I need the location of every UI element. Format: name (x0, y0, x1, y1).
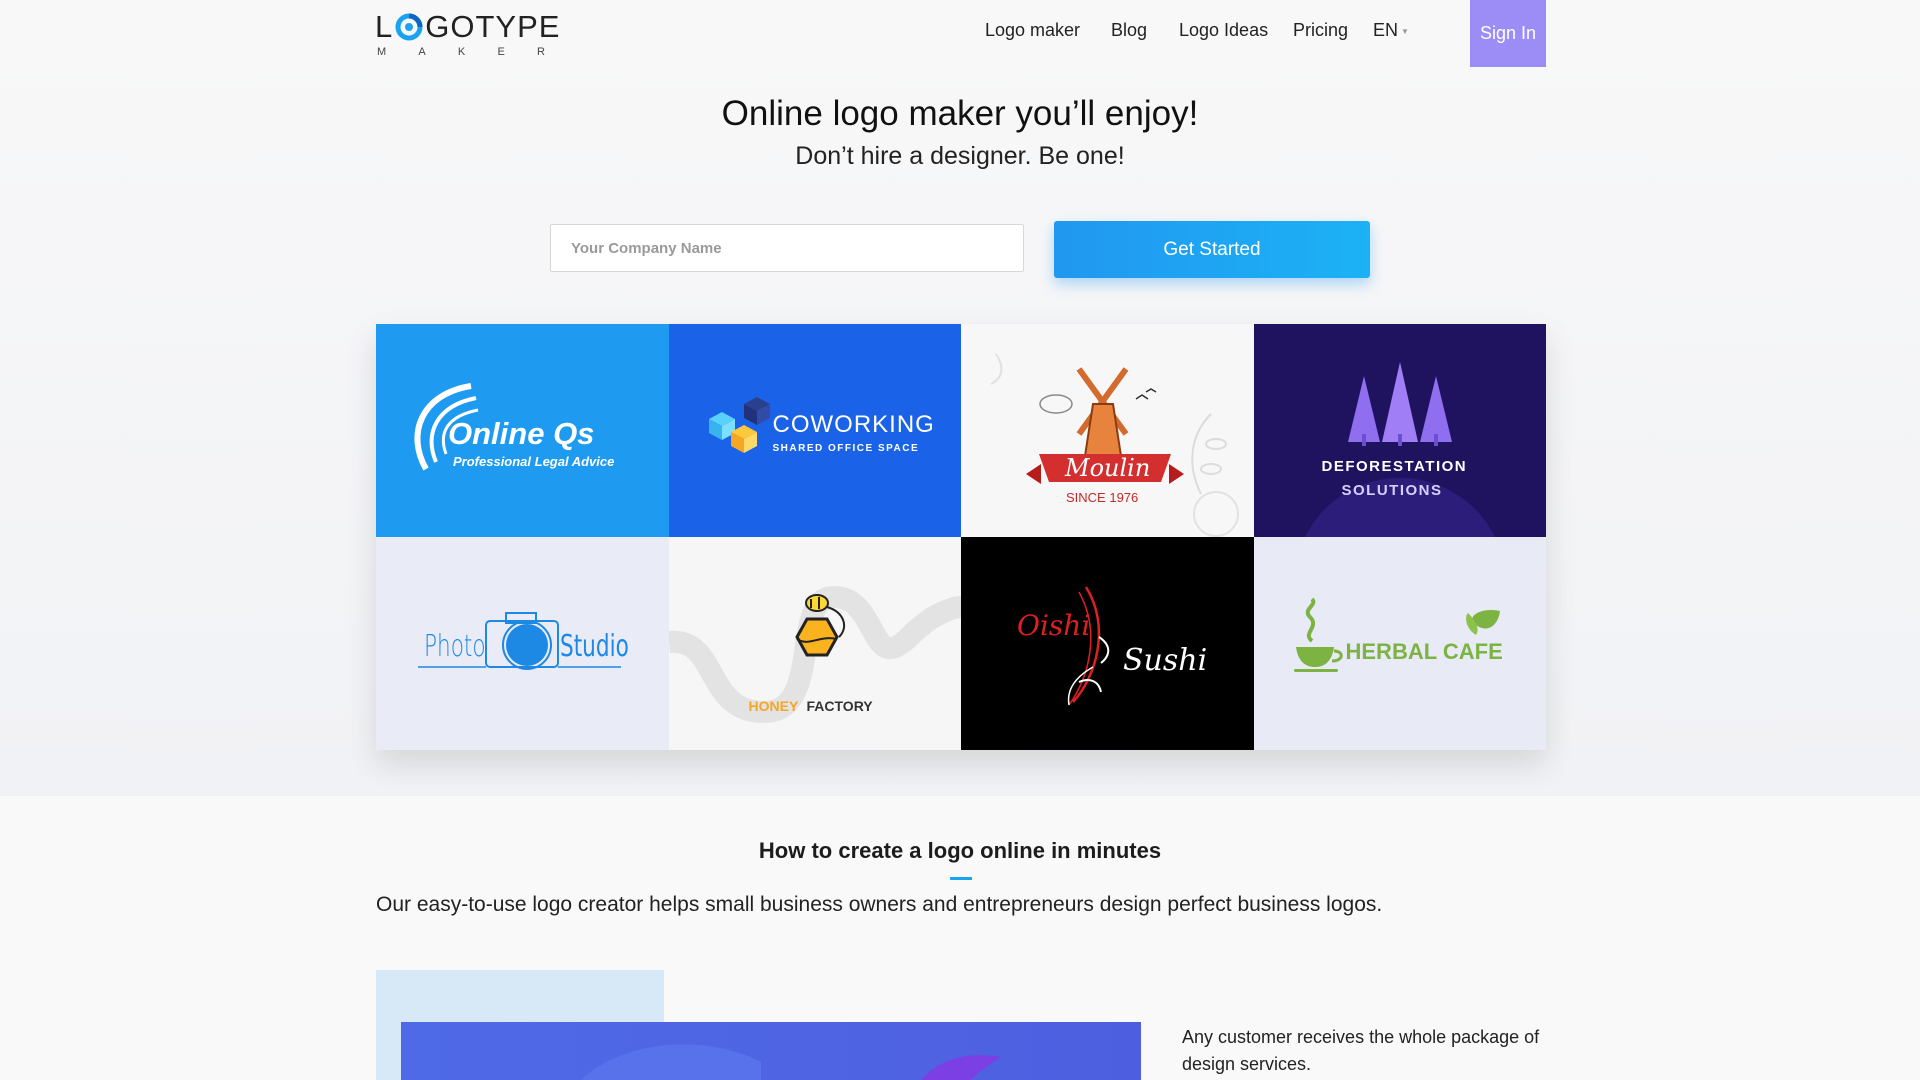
logo-tagline: Professional Legal Advice (453, 454, 615, 469)
how-section-description: Our easy-to-use logo creator helps small… (376, 893, 1383, 916)
page-subtitle: Don’t hire a designer. Be one! (795, 142, 1125, 170)
customer-package-text: Any customer receives the whole package … (1182, 1027, 1540, 1074)
logo-sub-letter: K (457, 46, 466, 58)
logo-swirl-icon (394, 12, 424, 42)
brush-stroke-icon (1067, 586, 1110, 706)
logo-sub-letter: M (377, 46, 387, 58)
language-selector[interactable]: EN ▼ (1373, 20, 1409, 41)
logo-tile-oishi-sushi[interactable]: Oishi Sushi (961, 537, 1254, 750)
logo-tagline: SHARED OFFICE SPACE (772, 443, 920, 454)
nav-pricing[interactable]: Pricing (1293, 20, 1348, 41)
decorative-wave-icon (581, 1044, 1001, 1080)
language-label: EN (1373, 20, 1399, 40)
logo-tile-photo-studio[interactable]: Photo Studio (376, 537, 669, 750)
logo-sub-letter: R (537, 46, 545, 58)
logo-name: Photo (424, 629, 486, 664)
logo-name: Deforestation (1321, 458, 1468, 475)
site-logo[interactable]: L GOTYPE M A K E R (375, 9, 559, 59)
logo-name: HERBAL CAFE (1345, 639, 1503, 664)
logo-tagline: FACTORY (806, 698, 873, 714)
sign-in-button[interactable]: Sign In (1470, 0, 1546, 67)
logo-sub-letter: E (497, 46, 505, 58)
logo-wordmark: L GOTYPE (375, 9, 559, 44)
honey-jar-icon (668, 585, 961, 724)
logo-tile-online-qs[interactable]: Online Qs Professional Legal Advice (376, 324, 669, 537)
logo-letter-l: L (375, 9, 394, 44)
logo-letters-gotype: GOTYPE (425, 9, 561, 44)
logo-sub-letter: A (418, 46, 426, 58)
logo-tagline: Solutions (1341, 482, 1443, 499)
logo-examples-grid: Online Qs Professional Legal Advice COWO… (376, 324, 1546, 750)
nav-logo-maker[interactable]: Logo maker (985, 20, 1080, 41)
logo-name: HONEY (748, 698, 799, 714)
preview-panel (401, 1022, 1141, 1080)
logo-tagline: Sushi (1123, 643, 1208, 678)
page-title: Online logo maker you’ll enjoy! (721, 94, 1199, 133)
logo-tile-moulin[interactable]: Moulin SINCE 1976 (961, 324, 1254, 537)
logo-subtitle: M A K E R (375, 46, 545, 58)
windmill-icon (990, 353, 1239, 537)
logo-name: Oishi (1017, 609, 1091, 642)
title-underline (950, 877, 972, 880)
company-name-input[interactable] (550, 224, 1024, 272)
logo-tile-deforestation[interactable]: Deforestation Solutions (1253, 324, 1546, 537)
how-section-title: How to create a logo online in minutes (758, 838, 1162, 863)
logo-name: COWORKING (772, 411, 935, 438)
logo-tile-herbal-cafe[interactable]: HERBAL CAFE (1253, 537, 1546, 750)
logo-tagline: SINCE 1976 (1066, 490, 1139, 505)
logo-tile-honey-factory[interactable]: HONEY FACTORY (668, 537, 961, 750)
nav-logo-ideas[interactable]: Logo Ideas (1179, 20, 1268, 41)
logo-name: Online Qs (448, 416, 595, 451)
chevron-down-icon: ▼ (1401, 26, 1409, 36)
get-started-button[interactable]: Get Started (1054, 221, 1370, 278)
logo-tile-coworking[interactable]: COWORKING SHARED OFFICE SPACE (668, 324, 961, 537)
logo-tagline: Studio (560, 629, 629, 664)
trees-icon (1304, 362, 1495, 537)
nav-blog[interactable]: Blog (1111, 20, 1147, 41)
logo-name: Moulin (1065, 454, 1151, 482)
